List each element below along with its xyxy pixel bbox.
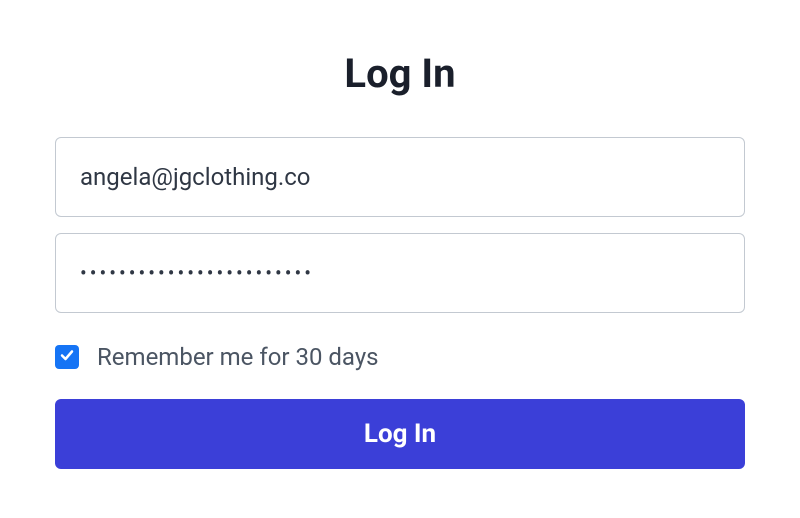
remember-checkbox[interactable]: [55, 345, 79, 369]
login-button[interactable]: Log In: [55, 399, 745, 469]
password-field[interactable]: [55, 233, 745, 313]
remember-label: Remember me for 30 days: [97, 343, 379, 371]
email-field[interactable]: [55, 137, 745, 217]
page-title: Log In: [55, 50, 745, 97]
login-form: Log In Remember me for 30 days Log In: [55, 50, 745, 469]
remember-row: Remember me for 30 days: [55, 343, 745, 371]
check-icon: [59, 347, 75, 367]
